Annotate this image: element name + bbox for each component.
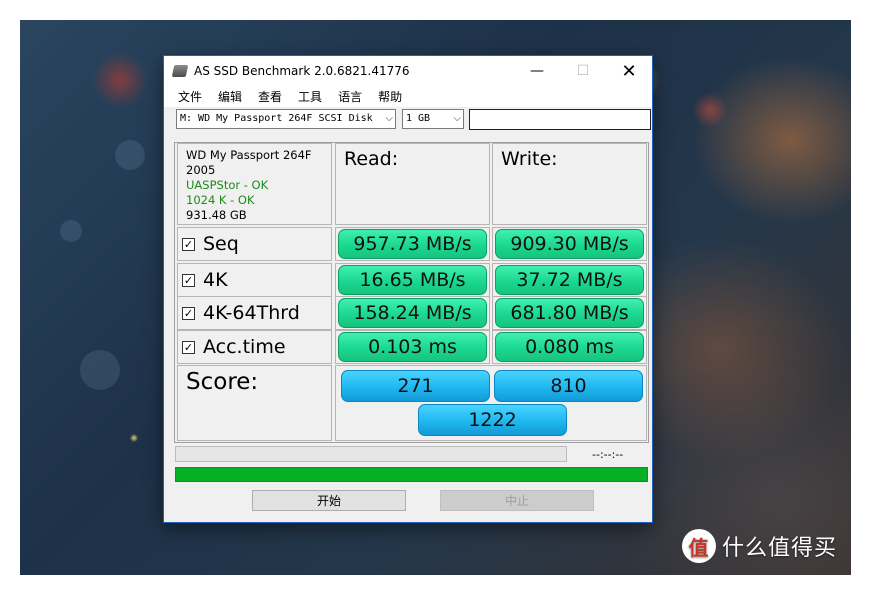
score-label-cell: Score: [177,365,332,441]
seq-read-value: 957.73 MB/s [338,229,487,259]
bokeh-light [115,140,145,170]
menu-language[interactable]: 语言 [330,88,370,105]
4k64-write-value: 681.80 MB/s [495,298,644,328]
watermark-logo-icon: 值 [681,529,716,563]
minimize-button[interactable]: — [514,56,560,86]
read-column-header: Read: [335,143,490,225]
row-label: 4K-64Thrd [203,302,300,324]
acctime-read-value: 0.103 ms [338,332,487,362]
maximize-icon: ☐ [576,63,590,79]
write-column-header: Write: [492,143,647,225]
read-header-label: Read: [344,148,399,170]
menu-tools[interactable]: 工具 [290,88,330,105]
minimize-icon: — [530,63,544,79]
disk-icon [171,65,189,77]
score-read-value: 271 [341,370,490,402]
bokeh-light [80,350,120,390]
row-label: Seq [203,233,239,255]
menu-bar: 文件 编辑 查看 工具 语言 帮助 [164,86,652,108]
overall-progress-bar [175,467,648,482]
title-bar[interactable]: AS SSD Benchmark 2.0.6821.41776 — ☐ ✕ [164,56,652,86]
menu-file[interactable]: 文件 [170,88,210,105]
row-label: Acc.time [203,336,286,358]
4k64-write-cell: 681.80 MB/s [492,296,647,330]
acctime-checkbox[interactable]: ✓ [182,340,195,354]
row-label: 4K [203,269,228,291]
watermark-text: 什么值得买 [721,536,837,561]
drive-select-value: M: WD My Passport 264F SCSI Disk [180,113,373,124]
size-select-value: 1 GB [406,113,431,124]
4k-write-value: 37.72 MB/s [495,265,644,295]
seq-checkbox[interactable]: ✓ [182,237,195,251]
row-4k-label: ✓ 4K [177,263,332,297]
screenshot: 值 什么值得买 AS SSD Benchmark 2.0.6821.41776 … [0,0,871,596]
app-window: AS SSD Benchmark 2.0.6821.41776 — ☐ ✕ 文件… [163,55,653,523]
driver-status: UASPStor - OK [186,178,269,192]
4k64-read-value: 158.24 MB/s [338,298,487,328]
menu-view[interactable]: 查看 [250,88,290,105]
row-seq-label: ✓ Seq [177,227,332,261]
start-button[interactable]: 开始 [252,490,406,511]
drive-select[interactable]: M: WD My Passport 264F SCSI Disk ⌵ [176,109,396,129]
score-write-value: 810 [494,370,643,402]
menu-edit[interactable]: 编辑 [210,88,250,105]
4k-checkbox[interactable]: ✓ [182,273,195,287]
4k64-checkbox[interactable]: ✓ [182,306,195,320]
maximize-button[interactable]: ☐ [560,56,606,86]
alignment-status: 1024 K - OK [186,193,255,207]
drive-info: WD My Passport 264F 2005 UASPStor - OK 1… [177,143,332,225]
elapsed-time: --:--:-- [592,448,624,461]
overall-progress-fill [176,468,647,481]
toolbar: M: WD My Passport 264F SCSI Disk ⌵ 1 GB … [164,108,652,134]
chevron-down-icon: ⌵ [385,113,393,124]
4k-write-cell: 37.72 MB/s [492,263,647,297]
acctime-write-value: 0.080 ms [495,332,644,362]
score-total-value: 1222 [418,404,567,436]
window-title: AS SSD Benchmark 2.0.6821.41776 [194,64,410,78]
write-header-label: Write: [501,148,558,170]
menu-help[interactable]: 帮助 [370,88,410,105]
acctime-read-cell: 0.103 ms [335,330,490,364]
close-button[interactable]: ✕ [606,56,652,86]
score-cell: 271 810 1222 [335,365,647,441]
seq-read-cell: 957.73 MB/s [335,227,490,261]
results-grid: WD My Passport 264F 2005 UASPStor - OK 1… [174,142,649,443]
4k-read-cell: 16.65 MB/s [335,263,490,297]
4k64-read-cell: 158.24 MB/s [335,296,490,330]
score-label: Score: [186,369,259,395]
4k-read-value: 16.65 MB/s [338,265,487,295]
seq-write-cell: 909.30 MB/s [492,227,647,261]
acctime-write-cell: 0.080 ms [492,330,647,364]
test-progress-bar [175,446,567,462]
chevron-down-icon: ⌵ [453,113,461,124]
row-acctime-label: ✓ Acc.time [177,330,332,364]
drive-firmware: 2005 [186,163,216,177]
close-icon: ✕ [621,60,637,82]
row-4k64-label: ✓ 4K-64Thrd [177,296,332,330]
size-select[interactable]: 1 GB ⌵ [402,109,464,129]
stop-button[interactable]: 中止 [440,490,594,511]
bokeh-light [60,220,82,242]
path-input[interactable] [469,109,651,130]
drive-model: WD My Passport 264F [186,148,312,162]
seq-write-value: 909.30 MB/s [495,229,644,259]
watermark: 值 什么值得买 [681,529,837,563]
drive-capacity: 931.48 GB [186,208,247,222]
